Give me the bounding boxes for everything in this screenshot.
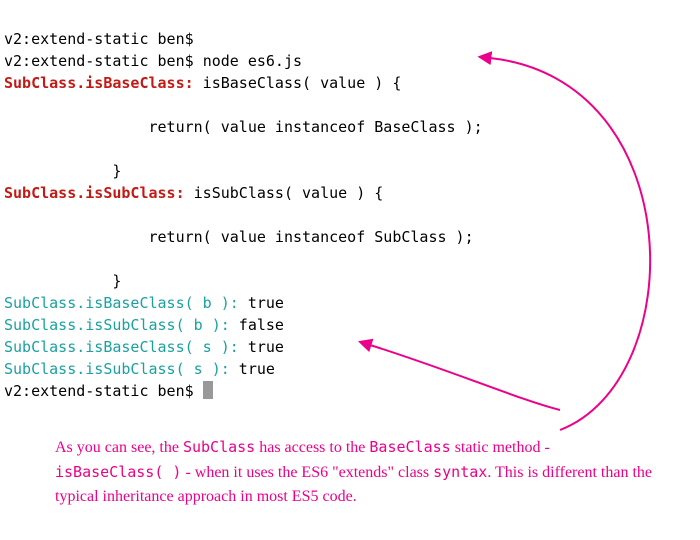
annotation-method: isBaseClass( ) <box>55 463 181 481</box>
annotation-subclass: SubClass <box>183 438 255 456</box>
label-isBaseClass: SubClass.isBaseClass: <box>4 74 194 92</box>
annotation-text: As you can see, the SubClass has access … <box>55 435 660 509</box>
prompt-line-3: v2:extend-static ben$ <box>4 382 213 400</box>
output-line-isBaseClass-body: return( value instanceof BaseClass ); <box>4 118 483 136</box>
annotation-baseclass: BaseClass <box>369 438 450 456</box>
cursor-block <box>203 381 213 399</box>
prompt-line-1: v2:extend-static ben$ <box>4 30 194 48</box>
output-line-isBaseClass-header: SubClass.isBaseClass: isBaseClass( value… <box>4 74 401 92</box>
prompt-line-2: v2:extend-static ben$ node es6.js <box>4 52 302 70</box>
result-line-3: SubClass.isBaseClass( s ): true <box>4 338 284 356</box>
annotation-syntax: syntax <box>433 463 487 481</box>
label-isSubClass: SubClass.isSubClass: <box>4 184 185 202</box>
output-line-isSubClass-header: SubClass.isSubClass: isSubClass( value )… <box>4 184 383 202</box>
output-line-isBaseClass-close: } <box>4 162 121 180</box>
result-line-2: SubClass.isSubClass( b ): false <box>4 316 284 334</box>
result-line-4: SubClass.isSubClass( s ): true <box>4 360 275 378</box>
output-line-isSubClass-body: return( value instanceof SubClass ); <box>4 228 474 246</box>
output-line-isSubClass-close: } <box>4 272 121 290</box>
result-line-1: SubClass.isBaseClass( b ): true <box>4 294 284 312</box>
command-text: node es6.js <box>203 52 302 70</box>
terminal-output: v2:extend-static ben$ v2:extend-static b… <box>0 0 700 402</box>
